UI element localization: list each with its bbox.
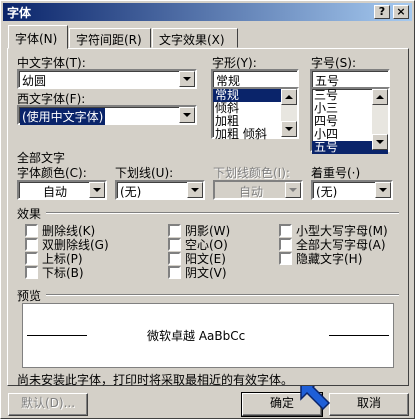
tab-font[interactable]: 字体(N) xyxy=(8,25,68,49)
superscript-checkbox[interactable] xyxy=(25,252,38,265)
small-caps-checkbox[interactable] xyxy=(279,224,292,237)
preview-rule-right xyxy=(329,335,389,336)
scroll-up-icon[interactable] xyxy=(281,89,297,105)
preview-box: 微软卓越 AaBbCc xyxy=(22,303,394,368)
subscript-label: 下标(B) xyxy=(42,266,84,280)
chevron-down-icon[interactable] xyxy=(89,182,105,198)
chevron-down-icon[interactable] xyxy=(179,107,195,123)
emphasis-value: (无) xyxy=(316,185,338,199)
help-button[interactable]: ? xyxy=(374,5,390,19)
scroll-down-icon[interactable] xyxy=(372,134,388,150)
shadow-checkbox[interactable] xyxy=(168,224,181,237)
size-list[interactable]: 三号 小三 四号 小四 五号 xyxy=(310,87,390,154)
underline-color-label: 下划线颜色(I): xyxy=(213,166,290,180)
preview-rule-left xyxy=(27,335,87,336)
default-button[interactable]: 默认(D)... xyxy=(8,393,88,416)
font-note: 尚未安装此字体，打印时将采取最相近的有效字体。 xyxy=(17,373,294,387)
preview-divider xyxy=(46,294,399,296)
emboss-checkbox[interactable] xyxy=(168,252,181,265)
double-strikethrough-checkbox[interactable] xyxy=(25,238,38,251)
font-color-value: 自动 xyxy=(43,185,68,199)
hidden-text-label: 隐藏文字(H) xyxy=(296,252,363,266)
underline-color-combo: 自动 xyxy=(213,180,303,200)
cancel-button[interactable]: 取消 xyxy=(329,393,409,416)
style-input[interactable]: 常规 xyxy=(211,69,299,89)
chevron-down-icon[interactable] xyxy=(375,182,391,198)
underline-color-value: 自动 xyxy=(239,185,264,199)
font-tab-panel: 中文字体(T): 幼圆 西文字体(F): (使用中文字体) 字形(Y): 常规 … xyxy=(7,48,409,387)
scroll-down-icon[interactable] xyxy=(281,121,297,137)
engrave-checkbox[interactable] xyxy=(168,266,181,279)
style-list[interactable]: 常规 倾斜 加粗 加粗 倾斜 xyxy=(211,87,299,141)
underline-label: 下划线(U): xyxy=(115,166,174,180)
effects-divider xyxy=(46,212,399,214)
strikethrough-checkbox[interactable] xyxy=(25,224,38,237)
scroll-up-icon[interactable] xyxy=(372,89,388,105)
close-button[interactable]: × xyxy=(393,5,409,19)
emphasis-combo[interactable]: (无) xyxy=(311,180,393,200)
chevron-down-icon[interactable] xyxy=(187,182,203,198)
chinese-font-value: 幼圆 xyxy=(22,74,47,88)
all-caps-checkbox[interactable] xyxy=(279,238,292,251)
engrave-label: 阴文(V) xyxy=(185,266,227,280)
tab-text-effects[interactable]: 文字效果(X) xyxy=(152,28,238,48)
outline-checkbox[interactable] xyxy=(168,238,181,251)
preview-sample: 微软卓越 AaBbCc xyxy=(147,329,246,343)
font-color-label: 字体颜色(C): xyxy=(17,166,87,180)
preview-heading: 预览 xyxy=(17,289,42,303)
western-font-combo[interactable]: (使用中文字体) xyxy=(17,105,197,125)
western-font-value: (使用中文字体) xyxy=(20,108,106,125)
font-color-combo[interactable]: 自动 xyxy=(17,180,107,200)
chevron-down-icon xyxy=(285,182,301,198)
tab-character-spacing[interactable]: 字符间距(R) xyxy=(69,28,151,48)
size-scrollbar[interactable] xyxy=(372,89,388,150)
chinese-font-combo[interactable]: 幼圆 xyxy=(17,69,197,89)
style-scrollbar[interactable] xyxy=(281,89,297,137)
subscript-checkbox[interactable] xyxy=(25,266,38,279)
emphasis-label: 着重号(·) xyxy=(311,166,361,180)
title-bar: 字体 ? × xyxy=(3,3,412,21)
window-title: 字体 xyxy=(7,6,32,20)
font-dialog: 字体 ? × 字体(N) 字符间距(R) 文字效果(X) 中文字体(T): 幼圆… xyxy=(0,0,415,419)
hidden-text-checkbox[interactable] xyxy=(279,252,292,265)
underline-value: (无) xyxy=(120,185,142,199)
underline-combo[interactable]: (无) xyxy=(115,180,205,200)
chevron-down-icon[interactable] xyxy=(179,71,195,87)
effects-heading: 效果 xyxy=(17,207,42,221)
size-input[interactable]: 五号 xyxy=(310,69,390,89)
